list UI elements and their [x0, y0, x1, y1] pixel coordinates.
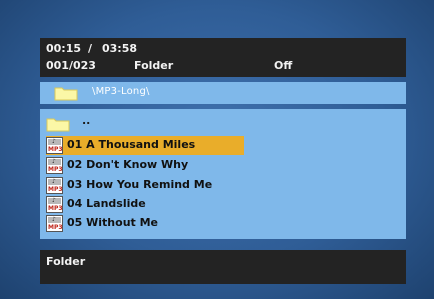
total-time: 03:58	[102, 42, 138, 55]
repeat-status: Off	[274, 59, 293, 72]
track-item-5[interactable]: ♪ MP3 05 Without Me	[46, 214, 244, 233]
mp3-file-icon: ♪ MP3	[46, 196, 63, 213]
track-label: 01 A Thousand Miles	[67, 138, 196, 151]
file-list: .. ♪ MP3 01 A Thousand Miles ♪ MP3 02 Don'…	[40, 109, 406, 239]
mp3-file-icon: ♪ MP3	[46, 157, 63, 174]
folder-icon	[54, 85, 78, 105]
track-label: 04 Landslide	[67, 197, 146, 210]
track-label: 05 Without Me	[67, 216, 159, 229]
track-label: 02 Don't Know Why	[67, 158, 189, 171]
track-item-3[interactable]: ♪ MP3 03 How You Remind Me	[46, 176, 244, 195]
track-counter: 001/023	[46, 59, 96, 72]
mp3-file-icon: ♪ MP3	[46, 215, 63, 232]
status-panel: 00:15 / 03:58 001/023 Folder Off	[40, 38, 406, 77]
track-item-1[interactable]: ♪ MP3 01 A Thousand Miles	[46, 136, 244, 155]
mp3-file-icon: ♪ MP3	[46, 137, 63, 154]
elapsed-time: 00:15	[46, 42, 82, 55]
play-mode: Folder	[134, 59, 174, 72]
current-path: \MP3-Long\	[92, 86, 150, 97]
mp3-file-icon: ♪ MP3	[46, 177, 63, 194]
folder-icon	[46, 116, 70, 136]
parent-folder-label: ..	[82, 114, 91, 127]
time-separator: /	[88, 42, 93, 55]
info-panel: Folder	[40, 250, 406, 284]
track-item-2[interactable]: ♪ MP3 02 Don't Know Why	[46, 156, 244, 175]
track-label: 03 How You Remind Me	[67, 178, 213, 191]
path-bar: \MP3-Long\	[40, 82, 406, 104]
track-item-4[interactable]: ♪ MP3 04 Landslide	[46, 195, 244, 214]
parent-folder-item[interactable]: ..	[46, 114, 246, 132]
info-label: Folder	[46, 255, 86, 268]
